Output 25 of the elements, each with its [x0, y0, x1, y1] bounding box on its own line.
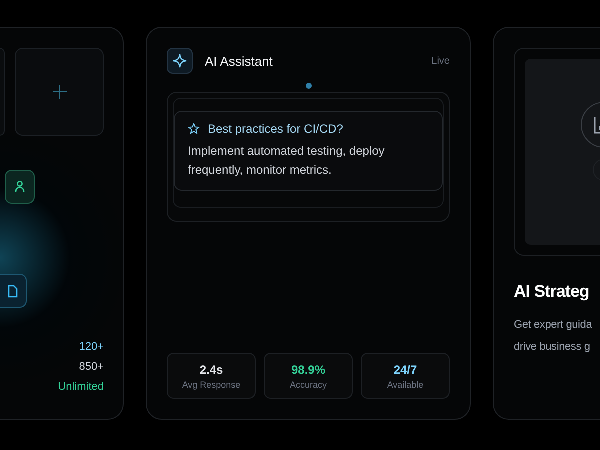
- document-button[interactable]: [0, 274, 27, 308]
- plus-icon: [52, 85, 66, 99]
- stat-label: Avg Response: [182, 380, 241, 390]
- stat-value: 24/7: [394, 362, 418, 376]
- stat-value: 2.4s: [200, 362, 224, 376]
- stat-label: Available: [387, 380, 424, 390]
- add-tile[interactable]: [15, 48, 104, 136]
- document-icon: [8, 284, 18, 298]
- question-text: Best practices for CI/CD?: [208, 122, 344, 136]
- answer-text: Implement automated testing, deploy frequently, monitor metrics.: [188, 143, 386, 179]
- description-text: drive business g: [514, 340, 592, 355]
- stat-value: 850+: [79, 361, 104, 373]
- status-label: Live: [432, 56, 450, 66]
- stat-value: Unlimited: [58, 381, 104, 393]
- sparkle-icon: [167, 48, 193, 74]
- star-icon: [188, 123, 200, 135]
- person-icon: [15, 181, 25, 193]
- card-title: AI Strateg: [514, 282, 590, 302]
- description-text: Get expert guida: [514, 318, 594, 333]
- indicator-dot: [306, 83, 312, 89]
- stat-value: 120+: [79, 341, 104, 353]
- stat-label: Accuracy: [290, 380, 327, 390]
- user-button[interactable]: [5, 170, 35, 204]
- stat-value: 98.9%: [291, 362, 326, 376]
- card-title: AI Assistant: [205, 54, 273, 68]
